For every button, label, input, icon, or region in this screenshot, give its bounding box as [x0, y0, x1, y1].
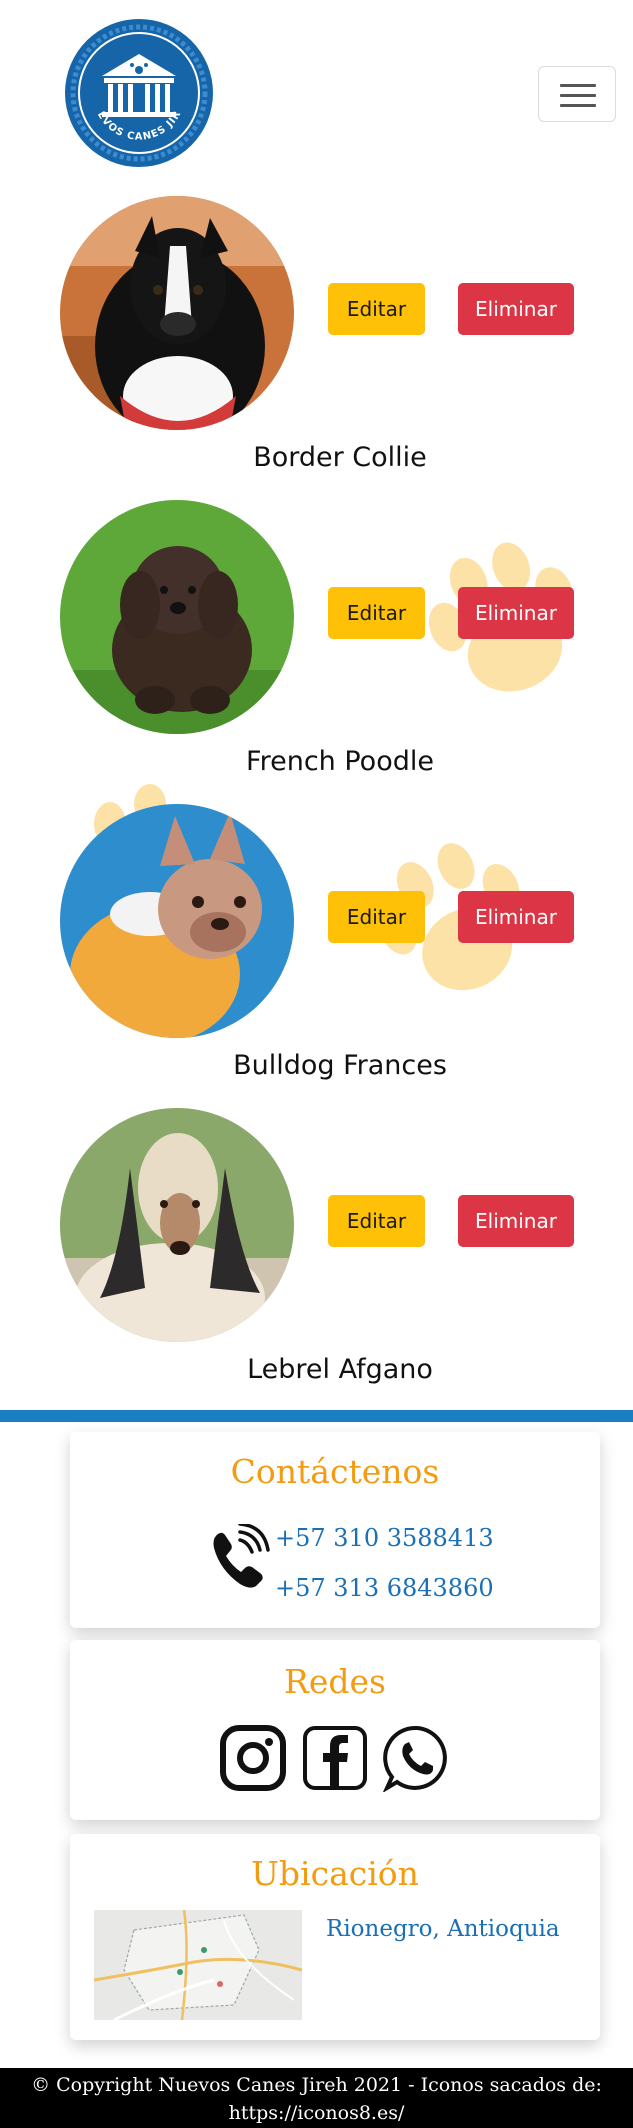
edit-button[interactable]: Editar — [328, 587, 425, 639]
dog-photo-french-poodle — [60, 500, 294, 734]
footer-copyright: © Copyright Nuevos Canes Jireh 2021 - Ic… — [31, 2074, 602, 2096]
delete-button[interactable]: Eliminar — [458, 283, 574, 335]
location-title: Ubicación — [251, 1854, 419, 1893]
contact-card: Contáctenos +57 310 3588413 +57 313 6843… — [70, 1432, 600, 1628]
phone-number-link[interactable]: +57 310 3588413 — [275, 1524, 494, 1552]
location-address: Rionegro, Antioquia — [326, 1916, 560, 1942]
navbar: NUEVOS CANES JIREH — [0, 0, 633, 190]
navbar-toggler-button[interactable] — [538, 66, 616, 122]
brand-logo[interactable]: NUEVOS CANES JIREH — [64, 18, 214, 168]
location-card: Ubicación Rionegro, Antioquia — [70, 1834, 600, 2040]
delete-button[interactable]: Eliminar — [458, 891, 574, 943]
dog-photo-bulldog-frances — [60, 804, 294, 1038]
facebook-icon[interactable] — [301, 1724, 369, 1792]
whatsapp-icon[interactable] — [383, 1724, 451, 1792]
dog-photo-border-collie — [60, 196, 294, 430]
contact-title: Contáctenos — [230, 1452, 440, 1491]
dog-card: Editar Eliminar French Poodle — [0, 494, 633, 798]
footer: © Copyright Nuevos Canes Jireh 2021 - Ic… — [0, 2068, 633, 2128]
hamburger-icon-line — [560, 94, 596, 97]
dog-card: Editar Eliminar Bulldog Frances — [0, 784, 633, 1102]
dog-list: Editar Eliminar Border Collie Editar Eli… — [0, 190, 633, 1406]
dog-card: Editar Eliminar Lebrel Afgano — [0, 1102, 633, 1406]
phone-icon — [213, 1524, 270, 1588]
dog-name: Bulldog Frances — [233, 1050, 447, 1081]
edit-button[interactable]: Editar — [328, 1195, 425, 1247]
edit-button[interactable]: Editar — [328, 891, 425, 943]
delete-button[interactable]: Eliminar — [458, 1195, 574, 1247]
social-card: Redes — [70, 1640, 600, 1820]
dog-name: Border Collie — [253, 442, 427, 473]
footer-icons-link[interactable]: https://iconos8.es/ — [0, 2099, 633, 2127]
instagram-icon[interactable] — [219, 1724, 287, 1792]
dog-name: Lebrel Afgano — [247, 1354, 433, 1385]
dog-name: French Poodle — [246, 746, 434, 777]
section-divider — [0, 1410, 633, 1422]
phone-number-link[interactable]: +57 313 6843860 — [275, 1574, 494, 1602]
edit-button[interactable]: Editar — [328, 283, 425, 335]
social-title: Redes — [284, 1662, 386, 1701]
dog-photo-lebrel-afgano — [60, 1108, 294, 1342]
location-map[interactable] — [94, 1910, 302, 2020]
dog-card: Editar Eliminar Border Collie — [0, 190, 633, 494]
hamburger-icon-line — [560, 84, 596, 87]
hamburger-icon-line — [560, 104, 596, 107]
delete-button[interactable]: Eliminar — [458, 587, 574, 639]
